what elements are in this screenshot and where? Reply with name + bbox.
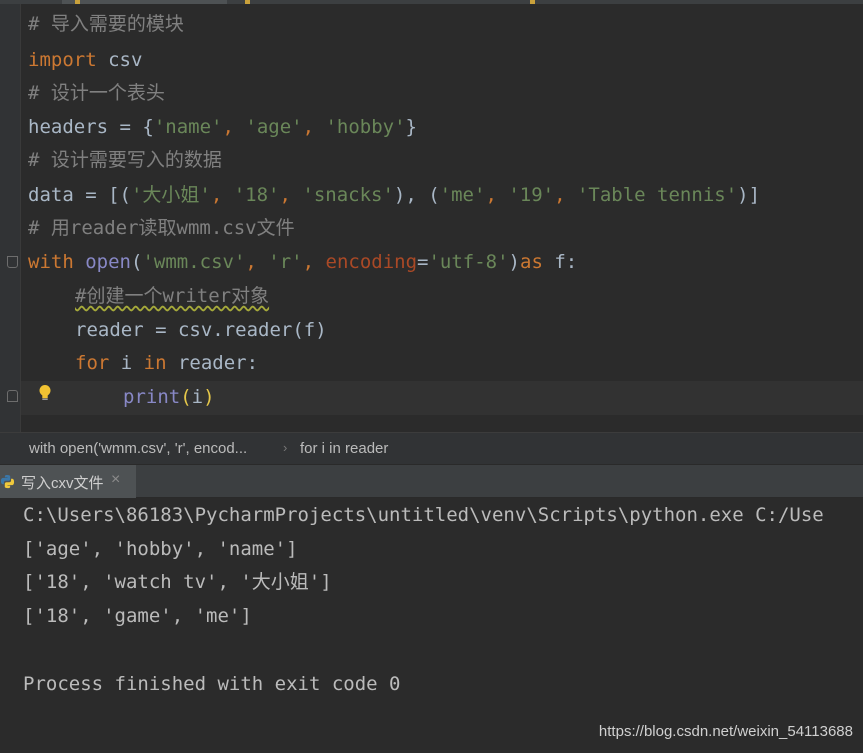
string-literal: 'me' bbox=[439, 184, 486, 206]
code-text: reader: bbox=[166, 352, 259, 374]
code-text: } bbox=[405, 116, 417, 138]
code-text: data = [( bbox=[28, 184, 131, 206]
comma: , bbox=[279, 184, 303, 206]
code-text: = bbox=[417, 251, 429, 273]
code-text: f: bbox=[542, 251, 578, 273]
run-tool-window-bar: 写入cxv文件 × bbox=[0, 464, 863, 498]
code-editor[interactable]: # 导入需要的模块 import csv # 设计一个表头 headers = … bbox=[0, 0, 863, 432]
breadcrumb-item-for[interactable]: for i in reader bbox=[300, 440, 388, 457]
code-line-5[interactable]: # 设计需要写入的数据 bbox=[28, 145, 222, 175]
keyword: as bbox=[520, 251, 543, 273]
code-line-1[interactable]: # 导入需要的模块 bbox=[28, 9, 184, 39]
gutter-separator bbox=[20, 4, 21, 432]
editor-gutter[interactable] bbox=[0, 4, 20, 432]
comma: , bbox=[245, 251, 269, 273]
fold-marker-icon[interactable] bbox=[7, 256, 18, 268]
matched-paren: ) bbox=[203, 386, 215, 408]
console-line: ['18', 'watch tv', '大小姐'] bbox=[23, 571, 332, 593]
comment: # 设计一个表头 bbox=[28, 82, 165, 104]
code-text: reader = csv.reader(f) bbox=[75, 319, 327, 341]
code-line-7[interactable]: # 用reader读取wmm.csv文件 bbox=[28, 213, 295, 243]
console-line: Process finished with exit code 0 bbox=[23, 673, 401, 695]
console-line: ['18', 'game', 'me'] bbox=[23, 605, 252, 627]
comment-with-spelling-warning: #创建一个writer对象 bbox=[75, 285, 270, 307]
code-line-10[interactable]: reader = csv.reader(f) bbox=[75, 315, 327, 345]
code-line-9[interactable]: #创建一个writer对象 bbox=[75, 281, 269, 311]
code-line-6[interactable]: data = [('大小姐', '18', 'snacks'), ('me', … bbox=[28, 180, 760, 210]
builtin-function: open bbox=[85, 251, 131, 273]
comma: , bbox=[222, 116, 246, 138]
code-text: )] bbox=[737, 184, 761, 206]
code-line-11[interactable]: for i in reader: bbox=[75, 348, 258, 378]
keyword: in bbox=[143, 352, 167, 374]
string-literal: 'utf-8' bbox=[428, 251, 509, 273]
comma: , bbox=[302, 251, 326, 273]
string-literal: '18' bbox=[233, 184, 280, 206]
comma: , bbox=[210, 184, 234, 206]
lightbulb-icon[interactable] bbox=[38, 384, 52, 402]
breadcrumb-item-with[interactable]: with open('wmm.csv', 'r', encod... bbox=[29, 440, 247, 457]
string-literal: 'wmm.csv' bbox=[142, 251, 246, 273]
comment: # 导入需要的模块 bbox=[28, 13, 184, 35]
tab-marker bbox=[75, 0, 80, 4]
code-line-3[interactable]: # 设计一个表头 bbox=[28, 78, 165, 108]
code-line-8[interactable]: with open('wmm.csv', 'r', encoding='utf-… bbox=[28, 247, 577, 277]
code-line-12[interactable]: print(i) bbox=[123, 382, 215, 412]
string-literal: 'Table tennis' bbox=[576, 184, 738, 206]
code-text: headers = { bbox=[28, 116, 154, 138]
watermark: https://blog.csdn.net/weixin_54113688 bbox=[598, 723, 853, 740]
comma: , bbox=[485, 184, 509, 206]
string-literal: 'snacks' bbox=[302, 184, 394, 206]
active-editor-tab[interactable] bbox=[62, 0, 227, 4]
keyword: import bbox=[28, 49, 97, 71]
string-literal: 'hobby' bbox=[325, 116, 406, 138]
string-literal: 'age' bbox=[245, 116, 303, 138]
python-icon bbox=[0, 474, 15, 489]
string-literal: '大小姐' bbox=[130, 184, 211, 206]
comma: , bbox=[554, 184, 577, 206]
console-output[interactable]: C:\Users\86183\PycharmProjects\untitled\… bbox=[0, 498, 863, 753]
builtin-function: print bbox=[123, 386, 181, 408]
run-tab[interactable]: 写入cxv文件 × bbox=[0, 465, 136, 498]
string-literal: 'name' bbox=[153, 116, 223, 138]
console-line: C:\Users\86183\PycharmProjects\untitled\… bbox=[23, 504, 824, 526]
tab-marker bbox=[245, 0, 250, 4]
code-line-4[interactable]: headers = {'name', 'age', 'hobby'} bbox=[28, 112, 417, 142]
editor-tab-strip[interactable] bbox=[0, 0, 863, 4]
comment: # 设计需要写入的数据 bbox=[28, 149, 222, 171]
breadcrumb: with open('wmm.csv', 'r', encod... › for… bbox=[0, 432, 863, 464]
keyword-argument: encoding bbox=[325, 251, 418, 273]
code-text: ( bbox=[130, 251, 143, 273]
run-tab-label: 写入cxv文件 bbox=[21, 475, 104, 492]
comment: # 用reader读取wmm.csv文件 bbox=[28, 217, 295, 239]
string-literal: '19' bbox=[508, 184, 555, 206]
keyword: for bbox=[75, 352, 110, 374]
code-text: i bbox=[109, 352, 144, 374]
tab-marker bbox=[530, 0, 535, 4]
close-icon[interactable]: × bbox=[111, 471, 120, 489]
matched-paren: ( bbox=[180, 386, 192, 408]
console-line: ['age', 'hobby', 'name'] bbox=[23, 538, 298, 560]
keyword: with bbox=[28, 251, 74, 273]
code-text: ), ( bbox=[393, 184, 440, 206]
code-text: ) bbox=[508, 251, 520, 273]
string-literal: 'r' bbox=[268, 251, 303, 273]
comma: , bbox=[302, 116, 326, 138]
code-line-2[interactable]: import csv bbox=[28, 45, 142, 75]
fold-end-icon[interactable] bbox=[7, 390, 18, 402]
code-text: i bbox=[191, 386, 204, 408]
identifier: csv bbox=[96, 49, 143, 71]
breadcrumb-separator: › bbox=[283, 440, 288, 455]
